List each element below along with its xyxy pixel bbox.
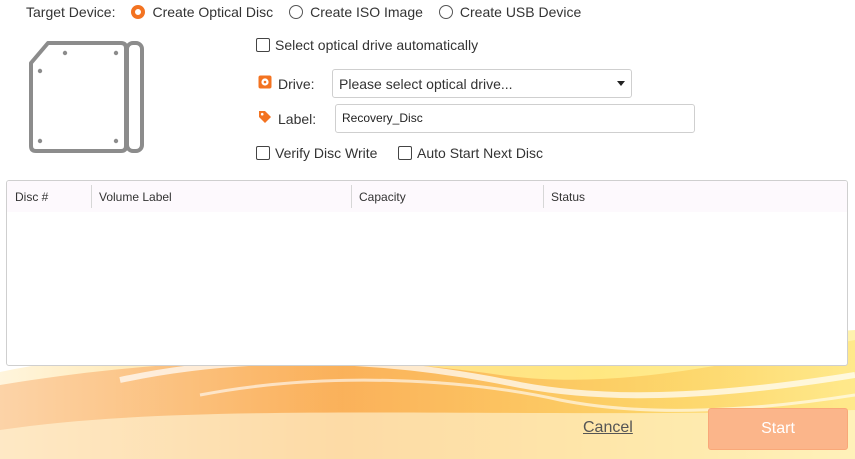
disc-drive-icon <box>258 75 272 92</box>
target-device-label: Target Device: <box>26 4 116 20</box>
disc-table[interactable]: Disc # Volume Label Capacity Status <box>6 180 848 366</box>
auto-select-drive-checkbox[interactable] <box>256 38 270 52</box>
column-header-disc-number[interactable]: Disc # <box>7 181 91 212</box>
verify-disc-write-label: Verify Disc Write <box>275 145 378 161</box>
label-label-text: Label: <box>278 110 317 127</box>
radio-label: Create USB Device <box>459 4 582 20</box>
radio-indicator-selected[interactable] <box>131 5 146 19</box>
column-header-volume-label[interactable]: Volume Label <box>91 181 351 212</box>
drive-dropdown[interactable]: Please select optical drive... <box>332 69 632 98</box>
disc-case-icon <box>29 41 144 153</box>
radio-indicator[interactable] <box>289 5 304 19</box>
tag-icon <box>258 110 272 127</box>
column-header-status[interactable]: Status <box>543 181 847 212</box>
auto-select-drive-label: Select optical drive automatically <box>275 37 479 53</box>
verify-disc-write-checkbox-row[interactable]: Verify Disc Write <box>256 145 377 161</box>
drive-label-text: Drive: <box>278 75 315 92</box>
drive-dropdown-value: Please select optical drive... <box>339 75 513 92</box>
label-field-label: Label: <box>258 110 316 127</box>
auto-select-drive-checkbox-row[interactable]: Select optical drive automatically <box>256 37 478 53</box>
radio-create-iso-image[interactable]: Create ISO Image <box>289 4 423 20</box>
drive-field-label: Drive: <box>258 75 315 92</box>
column-header-capacity[interactable]: Capacity <box>351 181 543 212</box>
start-button[interactable]: Start <box>708 408 848 450</box>
auto-start-next-disc-checkbox-row[interactable]: Auto Start Next Disc <box>398 145 543 161</box>
caret-down-icon[interactable] <box>617 81 625 86</box>
target-device-group: Target Device: Create Optical Disc Creat… <box>26 3 597 21</box>
radio-label: Create Optical Disc <box>152 4 274 20</box>
auto-start-next-disc-checkbox[interactable] <box>398 146 412 160</box>
radio-create-usb-device[interactable]: Create USB Device <box>438 4 582 20</box>
cancel-button[interactable]: Cancel <box>583 419 633 437</box>
verify-disc-write-checkbox[interactable] <box>256 146 270 160</box>
radio-indicator[interactable] <box>438 5 453 19</box>
table-header: Disc # Volume Label Capacity Status <box>7 181 847 212</box>
auto-start-next-disc-label: Auto Start Next Disc <box>417 145 544 161</box>
disc-label-input[interactable]: Recovery_Disc <box>335 104 695 133</box>
radio-label: Create ISO Image <box>310 4 423 20</box>
radio-create-optical-disc[interactable]: Create Optical Disc <box>131 4 273 20</box>
